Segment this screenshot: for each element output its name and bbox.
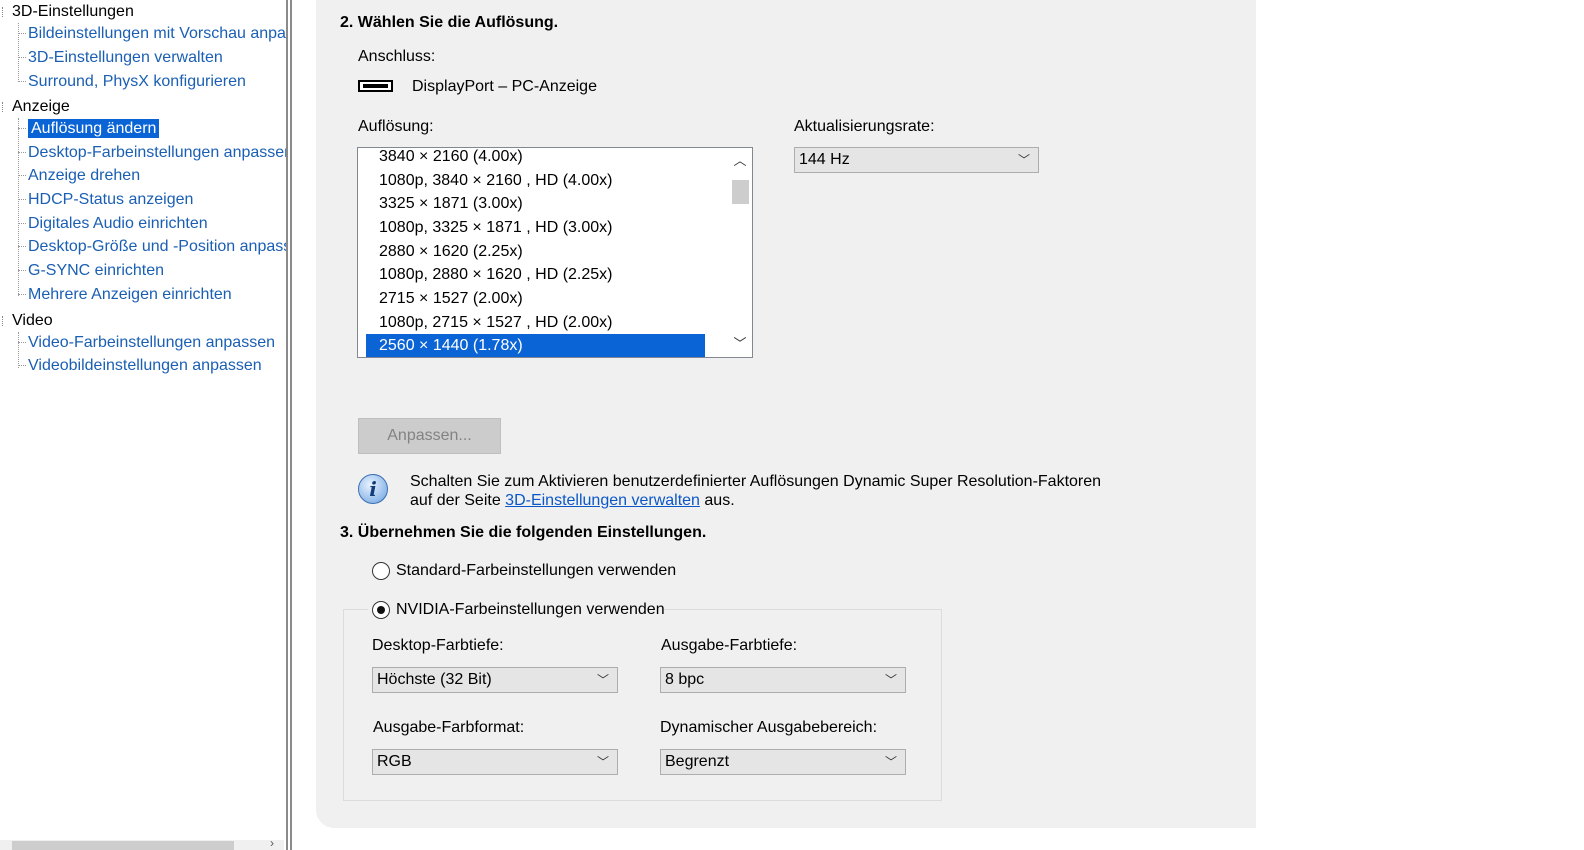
resolution-listbox[interactable]: 3840 × 2160 (4.00x) 1080p, 3840 × 2160 ,… <box>357 147 753 358</box>
scrollbar-thumb[interactable] <box>732 180 749 204</box>
radio-nvidia-colors[interactable] <box>372 601 390 619</box>
output-color-format-dropdown[interactable]: RGB ﹀ <box>372 749 618 775</box>
tree-item-change-resolution[interactable]: Auflösung ändern <box>18 118 160 140</box>
section-3-title: 3. Übernehmen Sie die folgenden Einstell… <box>340 524 707 541</box>
manage-3d-settings-link[interactable]: 3D-Einstellungen verwalten <box>505 492 700 509</box>
resolution-label: Auflösung: <box>358 118 434 135</box>
chevron-down-icon: ﹀ <box>884 755 897 769</box>
tree-item-image-settings-preview[interactable]: Bildeinstellungen mit Vorschau anpas <box>18 23 286 45</box>
output-color-depth-label: Ausgabe-Farbtiefe: <box>661 637 798 654</box>
radio-default-colors[interactable] <box>372 562 390 580</box>
tree-horizontal-scrollbar[interactable]: › <box>0 836 284 850</box>
tree-item-rotate-display[interactable]: Anzeige drehen <box>18 165 140 187</box>
collapse-icon[interactable] <box>2 101 10 112</box>
chevron-down-icon: ﹀ <box>596 673 609 687</box>
connection-label: Anschluss: <box>358 48 436 65</box>
tree-item-desktop-size-position[interactable]: Desktop-Größe und -Position anpass <box>18 236 286 258</box>
navigation-tree: 3D-Einstellungen Bildeinstellungen mit V… <box>0 0 286 850</box>
resolution-option[interactable]: 2715 × 1527 (2.00x) <box>366 287 705 310</box>
tree-item-desktop-color-settings[interactable]: Desktop-Farbeinstellungen anpassen <box>18 142 286 164</box>
tree-category-3d-settings[interactable]: 3D-Einstellungen <box>2 1 134 23</box>
radio-default-colors-label[interactable]: Standard-Farbeinstellungen verwenden <box>396 562 676 580</box>
resolution-option[interactable]: 1080p, 2715 × 1527 , HD (2.00x) <box>366 311 705 334</box>
output-color-depth-dropdown[interactable]: 8 bpc ﹀ <box>660 667 906 693</box>
scrollbar-thumb[interactable] <box>12 841 234 850</box>
chevron-down-icon[interactable]: ﹀ <box>728 333 752 355</box>
dynamic-range-label: Dynamischer Ausgabebereich: <box>660 719 878 736</box>
tree-item-surround-physx[interactable]: Surround, PhysX konfigurieren <box>18 71 246 93</box>
tree-item-manage-3d-settings[interactable]: 3D-Einstellungen verwalten <box>18 47 223 69</box>
resolution-option[interactable]: 1080p, 3325 × 1871 , HD (3.00x) <box>366 216 705 239</box>
main-content: 2. Wählen Sie die Auflösung. Anschluss: … <box>292 0 1584 850</box>
resolution-option[interactable]: 1080p, 3840 × 2160 , HD (4.00x) <box>366 169 705 192</box>
chevron-down-icon: ﹀ <box>1017 153 1030 167</box>
resolution-option[interactable]: 1080p, 2880 × 1620 , HD (2.25x) <box>366 263 705 286</box>
resolution-option[interactable]: 3840 × 2160 (4.00x) <box>366 148 705 168</box>
chevron-down-icon: ﹀ <box>884 673 897 687</box>
desktop-color-depth-dropdown[interactable]: Höchste (32 Bit) ﹀ <box>372 667 618 693</box>
tree-item-multiple-displays[interactable]: Mehrere Anzeigen einrichten <box>18 284 232 306</box>
displayport-icon <box>358 80 393 92</box>
dsr-info-text: Schalten Sie zum Aktivieren benutzerdefi… <box>410 473 1102 509</box>
resolution-list-scrollbar[interactable]: ︿ ﹀ <box>728 148 752 357</box>
resolution-option[interactable]: 2880 × 1620 (2.25x) <box>366 240 705 263</box>
collapse-icon[interactable] <box>2 6 10 17</box>
refresh-rate-dropdown[interactable]: 144 Hz ﹀ <box>794 147 1039 173</box>
output-color-format-label: Ausgabe-Farbformat: <box>373 719 525 736</box>
tree-item-video-color-settings[interactable]: Video-Farbeinstellungen anpassen <box>18 332 275 354</box>
connection-value: DisplayPort – PC-Anzeige <box>412 78 597 95</box>
refresh-rate-label: Aktualisierungsrate: <box>794 118 935 135</box>
tree-item-gsync[interactable]: G-SYNC einrichten <box>18 260 164 282</box>
chevron-up-icon[interactable]: ︿ <box>728 150 752 172</box>
tree-item-hdcp-status[interactable]: HDCP-Status anzeigen <box>18 189 193 211</box>
tree-category-video[interactable]: Video <box>2 310 53 332</box>
collapse-icon[interactable] <box>2 315 10 326</box>
tree-item-digital-audio[interactable]: Digitales Audio einrichten <box>18 213 208 235</box>
info-icon: i <box>358 474 388 504</box>
chevron-down-icon: ﹀ <box>596 755 609 769</box>
resolution-option[interactable]: 3325 × 1871 (3.00x) <box>366 192 705 215</box>
customize-button[interactable]: Anpassen... <box>358 418 501 454</box>
desktop-color-depth-label: Desktop-Farbtiefe: <box>372 637 504 654</box>
resolution-option-selected[interactable]: 2560 × 1440 (1.78x) <box>366 334 705 357</box>
scroll-right-icon[interactable]: › <box>270 836 274 850</box>
radio-nvidia-colors-label[interactable]: NVIDIA-Farbeinstellungen verwenden <box>396 601 665 619</box>
dynamic-range-dropdown[interactable]: Begrenzt ﹀ <box>660 749 906 775</box>
section-2-title: 2. Wählen Sie die Auflösung. <box>340 14 559 31</box>
tree-category-display[interactable]: Anzeige <box>2 96 70 118</box>
tree-item-video-image-settings[interactable]: Videobildeinstellungen anpassen <box>18 355 262 377</box>
